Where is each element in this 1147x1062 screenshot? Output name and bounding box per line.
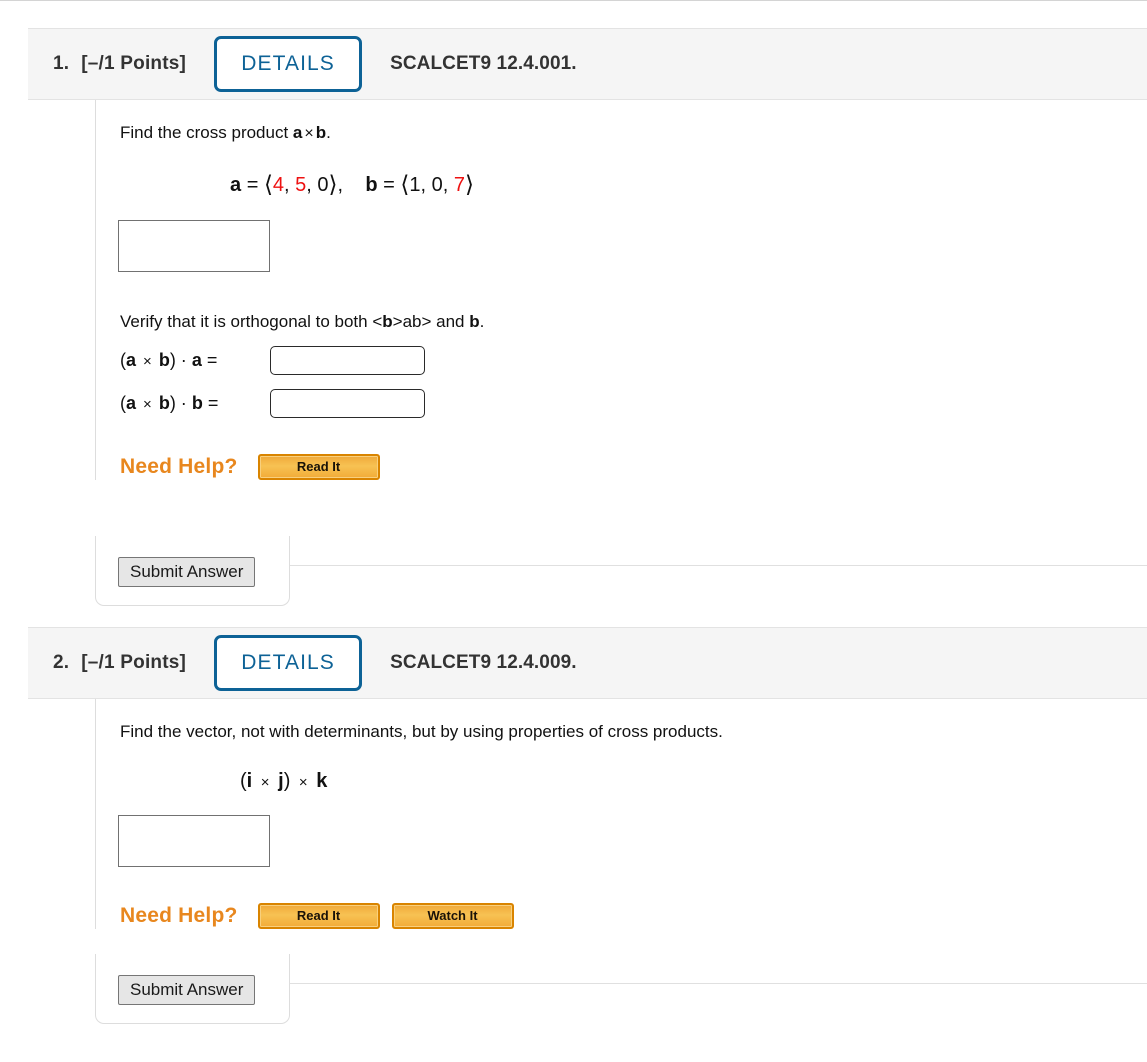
prompt-vector-a: a bbox=[292, 123, 303, 142]
watch-it-button-2[interactable]: Watch It bbox=[391, 902, 514, 929]
dot-product-input-a[interactable] bbox=[270, 345, 425, 375]
dot-product-label-b: (a × b) · b = bbox=[120, 392, 219, 413]
vector-answer-input[interactable] bbox=[118, 814, 270, 867]
dot-product-row-b: (a × b) · b = bbox=[120, 388, 1147, 418]
question-2-submit-divider bbox=[290, 983, 1147, 984]
question-1-number: 1. bbox=[53, 53, 70, 74]
prompt-text-post: . bbox=[326, 123, 331, 142]
vector-a-equals: = bbox=[246, 173, 259, 196]
vector-b-open-bracket: ⟨ bbox=[400, 170, 410, 197]
dot-product-input-b[interactable] bbox=[270, 388, 425, 418]
vector-a-sep-1: , bbox=[284, 173, 296, 196]
question-2-expression: (i × j) × k bbox=[240, 769, 328, 792]
prompt-cross-symbol: × bbox=[304, 125, 314, 142]
vector-a-component-2: 5 bbox=[295, 173, 307, 196]
prompt-text-pre: Find the cross product bbox=[120, 123, 293, 142]
need-help-label-2: Need Help? bbox=[120, 903, 238, 927]
vector-b-name: b bbox=[365, 173, 378, 196]
verify-instruction: Verify that it is orthogonal to both <b>… bbox=[120, 311, 485, 331]
details-button-1[interactable]: DETAILS bbox=[214, 36, 363, 92]
vector-a-close-bracket: ⟩ bbox=[328, 170, 338, 197]
question-2-number: 2. bbox=[53, 652, 70, 673]
submit-answer-button-2[interactable]: Submit Answer bbox=[118, 975, 256, 1005]
read-it-button-1[interactable]: Read It bbox=[257, 453, 380, 480]
dot-product-row-a: (a × b) · a = bbox=[120, 345, 1147, 375]
vector-a-component-3: 0 bbox=[317, 173, 329, 196]
vectors-definition-line: a = ⟨4, 5, 0⟩, b = ⟨1, 0, 7⟩ bbox=[230, 171, 1147, 198]
vector-b-component-2: 0 bbox=[431, 173, 443, 196]
question-2-header: 2. [–/1 Points] DETAILS SCALCET9 12.4.00… bbox=[28, 627, 1147, 699]
read-it-button-2[interactable]: Read It bbox=[257, 902, 380, 929]
question-1-body: Find the cross product a × b. a = ⟨4, 5, 0… bbox=[95, 100, 1147, 480]
question-1-prompt: Find the cross product a × b. bbox=[120, 100, 1147, 145]
vector-b-component-1: 1 bbox=[409, 173, 421, 196]
page-top-divider bbox=[0, 0, 1147, 1]
vector-b-close-bracket: ⟩ bbox=[464, 170, 474, 197]
question-2-code: SCALCET9 12.4.009. bbox=[390, 652, 577, 673]
question-1-submit-zone: Submit Answer bbox=[95, 536, 290, 606]
question-1-code: SCALCET9 12.4.001. bbox=[390, 53, 577, 74]
question-2-body: Find the vector, not with determinants, … bbox=[95, 699, 1147, 929]
vector-a-open-bracket: ⟨ bbox=[263, 170, 273, 197]
question-1-submit-divider bbox=[290, 565, 1147, 566]
question-2-prompt: Find the vector, not with determinants, … bbox=[120, 722, 723, 741]
vector-b-sep-1: , bbox=[420, 173, 432, 196]
dot-product-label-a: (a × b) · a = bbox=[120, 349, 218, 370]
question-2-answer-wrap bbox=[118, 814, 1147, 867]
vector-a-sep-2: , bbox=[306, 173, 318, 196]
question-1-need-help-row: Need Help? Read It bbox=[120, 453, 1147, 480]
vector-b-sep-2: , bbox=[442, 173, 454, 196]
vector-a-trailing-comma: , bbox=[337, 173, 344, 196]
prompt-vector-b: b bbox=[315, 123, 327, 142]
cross-product-answer-input[interactable] bbox=[118, 219, 270, 272]
question-2-points: [–/1 Points] bbox=[81, 652, 187, 673]
vector-a-name: a bbox=[230, 173, 242, 196]
question-1-header: 1. [–/1 Points] DETAILS SCALCET9 12.4.00… bbox=[28, 28, 1147, 100]
vector-a-component-1: 4 bbox=[272, 173, 285, 196]
details-button-2[interactable]: DETAILS bbox=[214, 635, 363, 691]
vector-b-equals: = bbox=[383, 173, 395, 196]
need-help-label-1: Need Help? bbox=[120, 454, 238, 478]
submit-answer-button-1[interactable]: Submit Answer bbox=[118, 557, 256, 587]
question-1-answer-wrap bbox=[118, 219, 1147, 272]
question-1-points: [–/1 Points] bbox=[81, 53, 187, 74]
vector-b-component-3: 7 bbox=[453, 173, 465, 196]
question-2-need-help-row: Need Help? Read It Watch It bbox=[120, 902, 1147, 929]
question-2-submit-zone: Submit Answer bbox=[95, 954, 290, 1024]
